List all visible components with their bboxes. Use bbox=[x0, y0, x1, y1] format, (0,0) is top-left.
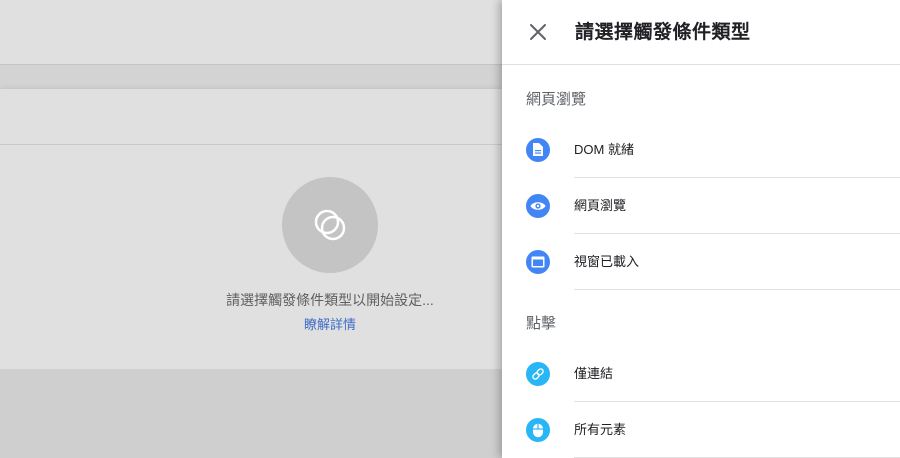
learn-more-link[interactable]: 瞭解詳情 bbox=[130, 317, 530, 333]
close-button[interactable] bbox=[526, 20, 550, 44]
trigger-label: 僅連結 bbox=[574, 366, 614, 381]
trigger-item-page-view[interactable]: 網頁瀏覽 bbox=[502, 178, 900, 234]
trigger-item-dom-ready[interactable]: DOM 就緒 bbox=[502, 122, 900, 178]
trigger-label: 視窗已載入 bbox=[574, 254, 640, 269]
trigger-label: 網頁瀏覽 bbox=[574, 198, 627, 213]
trigger-item-window-loaded[interactable]: 視窗已載入 bbox=[502, 234, 900, 290]
trigger-label: 所有元素 bbox=[574, 422, 627, 437]
divider bbox=[574, 289, 900, 290]
panel-header: 請選擇觸發條件類型 bbox=[502, 0, 900, 65]
document-icon bbox=[526, 138, 550, 162]
background-trigger-card: 請選擇觸發條件類型以開始設定... 瞭解詳情 bbox=[0, 89, 530, 369]
trigger-label: DOM 就緒 bbox=[574, 142, 634, 157]
window-icon bbox=[526, 250, 550, 274]
panel-title: 請選擇觸發條件類型 bbox=[575, 22, 751, 43]
link-icon bbox=[526, 362, 550, 386]
close-icon bbox=[530, 24, 546, 40]
page: 請選擇觸發條件類型以開始設定... 瞭解詳情 請選擇觸發條件類型 網頁瀏覽 DO… bbox=[0, 0, 900, 458]
trigger-type-panel: 請選擇觸發條件類型 網頁瀏覽 DOM 就緒 網頁瀏覽 視窗已載入 點擊 僅連結 … bbox=[502, 0, 900, 458]
section-heading-click: 點擊 bbox=[526, 315, 557, 332]
eye-icon bbox=[526, 194, 550, 218]
trigger-item-just-links[interactable]: 僅連結 bbox=[502, 346, 900, 402]
background-card-header bbox=[0, 89, 530, 145]
trigger-placeholder-icon[interactable] bbox=[282, 177, 378, 273]
trigger-item-all-elements[interactable]: 所有元素 bbox=[502, 402, 900, 458]
placeholder-text: 請選擇觸發條件類型以開始設定... bbox=[226, 292, 434, 308]
section-heading-pageview: 網頁瀏覽 bbox=[526, 91, 587, 108]
mouse-icon bbox=[526, 418, 550, 442]
